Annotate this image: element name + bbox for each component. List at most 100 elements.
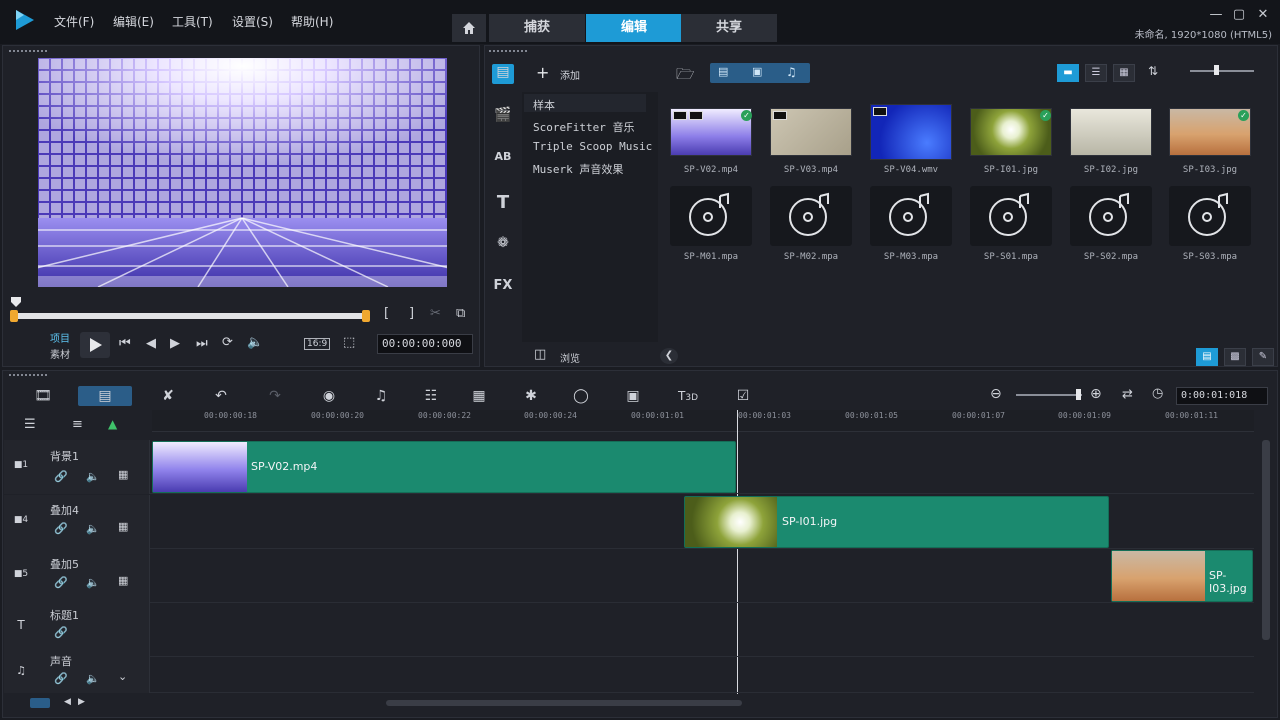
menu-settings[interactable]: 设置(S) xyxy=(232,13,273,30)
link-icon[interactable]: 🔗 xyxy=(54,626,68,639)
mask-creator-icon[interactable]: ◯ xyxy=(568,386,594,406)
transition-icon[interactable]: AB xyxy=(492,150,514,170)
track-grid-icon[interactable]: ▦ xyxy=(118,574,128,587)
preview-scrubber[interactable] xyxy=(12,313,370,319)
view-grid-button[interactable]: ▦ xyxy=(1113,64,1135,82)
media-library-icon[interactable]: ▤ xyxy=(492,64,514,84)
zoom-in-icon[interactable]: ⊕ xyxy=(1090,386,1102,402)
vertical-scrollbar[interactable] xyxy=(1262,440,1270,640)
aspect-ratio-dropdown[interactable]: 16:9 xyxy=(304,338,331,350)
tab-edit[interactable]: 编辑 xyxy=(586,14,682,42)
menu-tools[interactable]: 工具(T) xyxy=(172,13,213,30)
browse-icon[interactable]: ◫ xyxy=(534,347,546,362)
media-thumb[interactable] xyxy=(970,186,1052,246)
folder-item[interactable]: 样本 xyxy=(533,97,555,113)
link-icon[interactable]: 🔗 xyxy=(54,470,68,483)
show-photo-icon[interactable]: ▣ xyxy=(752,65,762,78)
next-frame-icon[interactable]: ▶​ xyxy=(170,336,180,351)
panel-grip[interactable] xyxy=(8,49,48,53)
timeline-fit-button[interactable] xyxy=(30,698,50,708)
media-thumb[interactable] xyxy=(870,186,952,246)
expand-track-icon[interactable]: ⌄ xyxy=(118,670,127,683)
zoom-out-icon[interactable]: ⊖ xyxy=(990,386,1002,402)
view-thumbnail-button[interactable]: ▬ xyxy=(1057,64,1079,82)
track-manager-icon[interactable]: ☰ xyxy=(24,417,36,432)
add-icon[interactable]: + xyxy=(536,63,549,82)
browse-button[interactable]: 浏览 xyxy=(560,350,580,365)
tab-share[interactable]: 共享 xyxy=(681,14,777,42)
graphics-icon[interactable]: ❁ xyxy=(492,235,514,255)
prev-frame-icon[interactable]: ◀​ xyxy=(146,336,156,351)
panel-grip[interactable] xyxy=(8,373,48,377)
timeline-timecode[interactable]: 0:00:01:018 xyxy=(1176,387,1268,405)
media-thumb[interactable] xyxy=(1070,108,1152,156)
filter-fx-icon[interactable]: FX xyxy=(492,278,514,298)
mark-in-button[interactable]: [ xyxy=(384,306,389,321)
mode-project[interactable]: 项目 xyxy=(50,330,70,345)
panel-grip[interactable] xyxy=(488,49,528,53)
enlarge-preview-icon[interactable]: ⧉ xyxy=(456,306,465,321)
toolbox-icon[interactable]: ✘ xyxy=(155,386,181,406)
repeat-icon[interactable]: ⟳ xyxy=(222,335,233,350)
multi-camera-icon[interactable]: ▦ xyxy=(466,386,492,406)
media-thumb[interactable] xyxy=(670,186,752,246)
mode-clip[interactable]: 素材 xyxy=(50,346,70,361)
scroll-right-icon[interactable]: ▶ xyxy=(78,697,85,707)
sort-icon[interactable]: ⇅ xyxy=(1148,64,1158,78)
preview-timecode[interactable]: 00:00:00:000 xyxy=(377,334,473,354)
view-list-button[interactable]: ☰ xyxy=(1085,64,1107,82)
maximize-button[interactable]: ▢ xyxy=(1229,6,1249,24)
record-capture-icon[interactable]: ◉ xyxy=(316,386,342,406)
media-thumb[interactable] xyxy=(1169,186,1251,246)
smart-render-icon[interactable]: ☑ xyxy=(730,386,756,406)
tab-capture[interactable]: 捕获 xyxy=(489,14,585,42)
show-audio-icon[interactable]: ♫ xyxy=(786,65,797,79)
import-folder-icon[interactable]: 🗁 xyxy=(676,64,695,89)
timeline-clip[interactable]: SP-I01.jpg xyxy=(684,496,1109,548)
go-start-icon[interactable]: ⏮ xyxy=(119,336,131,351)
fit-project-icon[interactable]: ⇄ xyxy=(1122,387,1133,402)
folder-item[interactable]: ScoreFitter 音乐 xyxy=(533,119,634,135)
scroll-left-icon[interactable]: ◀ xyxy=(64,697,71,707)
play-button[interactable] xyxy=(80,332,110,358)
storyboard-view-icon[interactable]: 🎞 xyxy=(30,386,56,406)
undo-icon[interactable]: ↶ xyxy=(208,386,234,406)
media-thumb[interactable] xyxy=(1070,186,1152,246)
thumbnail-size-slider[interactable] xyxy=(1190,70,1254,72)
trim-start-handle[interactable] xyxy=(10,310,18,322)
library-options-button[interactable]: ▤ xyxy=(1196,348,1218,366)
collapse-library-icon[interactable]: ❮ xyxy=(660,348,678,364)
add-track-icon[interactable]: ▲ xyxy=(108,417,117,431)
playhead-marker-icon[interactable] xyxy=(10,296,22,308)
library-display-button[interactable]: ▩ xyxy=(1224,348,1246,366)
track-volume-icon[interactable]: 🔈 xyxy=(86,470,100,483)
auto-music-icon[interactable]: ☷ xyxy=(418,386,444,406)
mark-out-button[interactable]: ] xyxy=(409,306,414,321)
close-button[interactable]: ✕ xyxy=(1253,6,1273,24)
link-icon[interactable]: 🔗 xyxy=(54,576,68,589)
menu-edit[interactable]: 编辑(E) xyxy=(113,13,154,30)
track-volume-icon[interactable]: 🔈 xyxy=(86,522,100,535)
crop-icon[interactable]: ⬚ xyxy=(343,335,355,350)
link-icon[interactable]: 🔗 xyxy=(54,672,68,685)
link-icon[interactable]: 🔗 xyxy=(54,522,68,535)
folder-item[interactable]: Triple Scoop Music xyxy=(533,140,652,153)
folder-item[interactable]: Muserk 声音效果 xyxy=(533,161,623,177)
trim-end-handle[interactable] xyxy=(362,310,370,322)
pan-zoom-icon[interactable]: ▣ xyxy=(620,386,646,406)
motion-tracking-icon[interactable]: ✱ xyxy=(518,386,544,406)
track-volume-icon[interactable]: 🔈 xyxy=(86,576,100,589)
minimize-button[interactable]: — xyxy=(1206,6,1226,24)
zoom-handle[interactable] xyxy=(1076,389,1081,400)
title-icon[interactable]: T xyxy=(492,192,514,213)
add-folder-label[interactable]: 添加 xyxy=(560,67,580,82)
timeline-clip[interactable]: SP-I03.jpg xyxy=(1111,550,1253,602)
duration-clock-icon[interactable]: ◷ xyxy=(1152,386,1163,401)
go-end-icon[interactable]: ⏭ xyxy=(196,336,208,351)
zoom-slider[interactable] xyxy=(1016,394,1082,396)
menu-help[interactable]: 帮助(H) xyxy=(291,13,333,30)
timeline-view-icon[interactable]: ▤ xyxy=(78,386,132,406)
title-3d-icon[interactable]: T3D xyxy=(672,386,704,406)
show-video-icon[interactable]: ▤ xyxy=(718,65,728,78)
volume-icon[interactable]: 🔈 xyxy=(247,335,263,350)
